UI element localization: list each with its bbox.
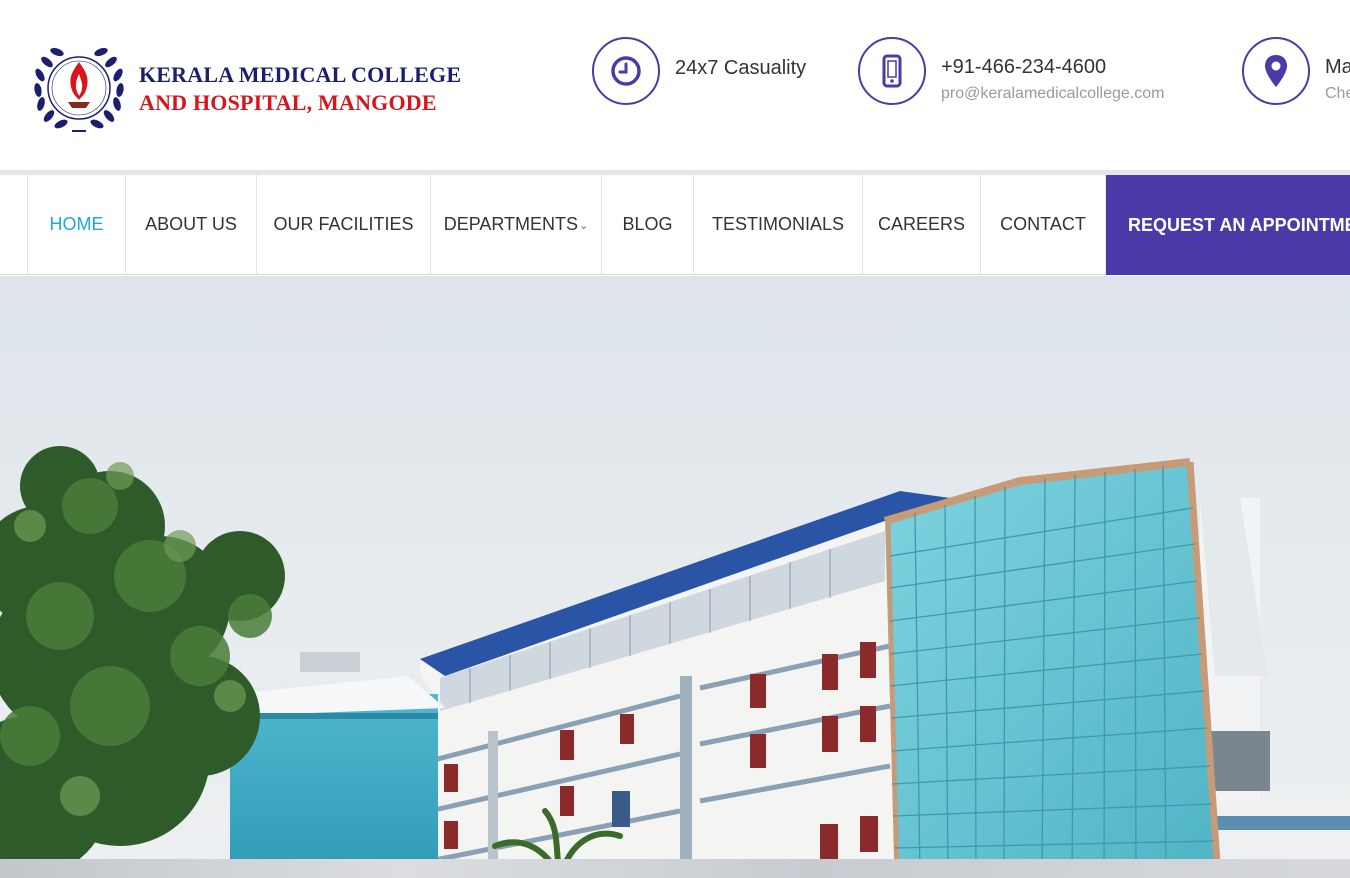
- nav-item-about-us[interactable]: ABOUT US: [126, 175, 257, 274]
- casualty-info: 24x7 Casuality: [592, 37, 842, 107]
- chevron-down-icon: ⌄: [579, 220, 589, 232]
- brand-name[interactable]: KERALA MEDICAL COLLEGE AND HOSPITAL, MAN…: [139, 62, 461, 116]
- hero-banner: [0, 276, 1350, 878]
- main-nav: HOME ABOUT US OUR FACILITIES DEPARTMENTS…: [0, 175, 1350, 275]
- site-header: KERALA MEDICAL COLLEGE AND HOSPITAL, MAN…: [0, 0, 1350, 170]
- request-appointment-button[interactable]: REQUEST AN APPOINTMENT: [1106, 175, 1350, 275]
- brand-line-1: KERALA MEDICAL COLLEGE: [139, 62, 462, 87]
- page: KERALA MEDICAL COLLEGE AND HOSPITAL, MAN…: [0, 0, 1350, 878]
- nav-item-departments-label: DEPARTMENTS: [443, 214, 579, 234]
- nav-item-careers[interactable]: CAREERS: [863, 175, 981, 274]
- phone-info: +91-466-234-4600 pro@keralamedicalcolleg…: [858, 37, 1218, 107]
- nav-item-contact[interactable]: CONTACT: [981, 175, 1106, 274]
- nav-item-departments[interactable]: DEPARTMENTS ⌄: [431, 175, 602, 274]
- location-title: Ma: [1325, 56, 1350, 78]
- brand-line-2: AND HOSPITAL, MANGODE: [139, 90, 437, 115]
- location-info: Ma Che: [1242, 37, 1350, 107]
- location-sub: Che: [1325, 85, 1350, 102]
- nav-item-home[interactable]: HOME: [28, 175, 126, 274]
- phone-number[interactable]: +91-466-234-4600: [941, 56, 1106, 79]
- nav-item-testimonials[interactable]: TESTIMONIALS: [694, 175, 863, 274]
- nav-item-blog[interactable]: BLOG: [602, 175, 694, 274]
- map-pin-icon: [1242, 37, 1310, 105]
- hospital-building-photo: [0, 446, 1350, 878]
- nav-spacer: [0, 175, 28, 274]
- email-address[interactable]: pro@keralamedicalcollege.com: [941, 85, 1164, 103]
- clock-icon: [592, 37, 660, 105]
- mobile-phone-icon: [858, 37, 926, 105]
- casualty-label: 24x7 Casuality: [675, 57, 807, 79]
- college-logo[interactable]: [28, 40, 130, 136]
- nav-item-our-facilities[interactable]: OUR FACILITIES: [257, 175, 431, 274]
- hero-bottom-strip: [0, 859, 1350, 878]
